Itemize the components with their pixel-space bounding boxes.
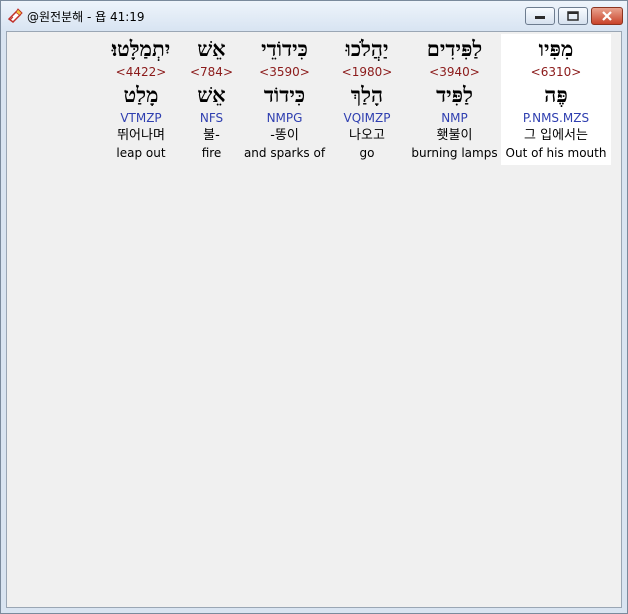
morphology-code: NMPG <box>266 111 303 125</box>
english-gloss: fire <box>201 146 222 160</box>
word-column[interactable]: לַפִּידִים <3940> לַפִּיד NMP 횃불이 burnin… <box>408 34 501 165</box>
korean-gloss: 불- <box>203 128 220 143</box>
close-button[interactable] <box>591 7 623 25</box>
verse-words: מִפִּיו <6310> פֶּה P.NMS.MZS 그 입에서는 Out… <box>102 34 611 165</box>
lemma-word: לַפִּיד <box>436 82 473 107</box>
hebrew-word: אֵשׁ <box>197 36 226 61</box>
morphology-code: VTMZP <box>120 111 162 125</box>
english-gloss: and sparks of <box>243 146 326 160</box>
korean-gloss: 나오고 <box>349 128 385 143</box>
lemma-word: אֵשׁ <box>197 82 226 107</box>
morphology-code: NFS <box>199 111 224 125</box>
korean-gloss: 뛰어나며 <box>117 128 165 143</box>
verse-panel: מִפִּיו <6310> פֶּה P.NMS.MZS 그 입에서는 Out… <box>6 31 622 608</box>
hebrew-word: מִפִּיו <box>538 36 574 61</box>
english-gloss: go <box>359 146 375 160</box>
hebrew-word: לַפִּידִים <box>426 36 483 61</box>
hebrew-word: כִּידוֹדֵי <box>261 36 308 61</box>
maximize-button[interactable] <box>558 7 588 25</box>
korean-gloss: 횃불이 <box>436 128 473 143</box>
restore-icon <box>567 11 579 21</box>
korean-gloss: 그 입에서는 <box>524 128 588 143</box>
morphology-code: P.NMS.MZS <box>522 111 590 125</box>
strong-number[interactable]: <6310> <box>531 64 582 80</box>
word-column[interactable]: מִפִּיו <6310> פֶּה P.NMS.MZS 그 입에서는 Out… <box>501 34 611 165</box>
lemma-word: מָלַט <box>123 82 159 107</box>
lemma-word: כִּידוֹד <box>263 82 306 107</box>
hebrew-word: יַהֲלֹכוּ <box>345 36 389 61</box>
word-column[interactable]: יַהֲלֹכוּ <1980> הָלַךְ VQIMZP 나오고 go <box>326 34 408 165</box>
strong-number[interactable]: <1980> <box>342 64 393 80</box>
word-column[interactable]: יִתְמַלָּטוּ׃ <4422> מָלַט VTMZP 뛰어나며 le… <box>102 34 180 165</box>
hebrew-word: יִתְמַלָּטוּ׃ <box>111 36 171 61</box>
morphology-code: NMP <box>441 111 468 125</box>
morphology-code: VQIMZP <box>343 111 391 125</box>
app-icon <box>7 8 23 24</box>
strong-number[interactable]: <3940> <box>429 64 480 80</box>
title-bar[interactable]: @원전분해 - 욥 41:19 <box>1 1 627 31</box>
close-icon <box>602 11 612 21</box>
strong-number[interactable]: <3590> <box>259 64 310 80</box>
minimize-icon <box>535 16 545 19</box>
strong-number[interactable]: <784> <box>190 64 233 80</box>
korean-gloss: -똥이 <box>270 128 299 143</box>
english-gloss: Out of his mouth <box>505 146 607 160</box>
word-column[interactable]: אֵשׁ <784> אֵשׁ NFS 불- fire <box>180 34 243 165</box>
window-title: @원전분해 - 욥 41:19 <box>27 10 145 24</box>
lemma-word: הָלַךְ <box>350 82 384 107</box>
english-gloss: leap out <box>116 146 166 160</box>
lemma-word: פֶּה <box>544 82 568 107</box>
word-column[interactable]: כִּידוֹדֵי <3590> כִּידוֹד NMPG -똥이 and … <box>243 34 326 165</box>
app-window: @원전분해 - 욥 41:19 מִפִּיו <6310> פֶּה P.NM… <box>0 0 628 614</box>
english-gloss: burning lamps <box>411 146 498 160</box>
strong-number[interactable]: <4422> <box>116 64 167 80</box>
minimize-button[interactable] <box>525 7 555 25</box>
